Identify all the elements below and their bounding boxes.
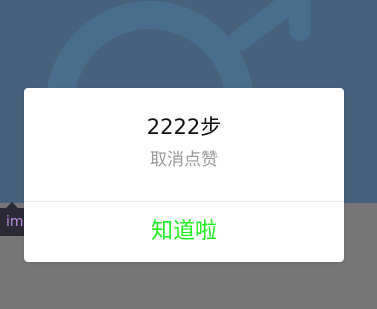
confirm-button[interactable]: 知道啦 bbox=[24, 202, 344, 262]
dialog-body: 2222步 取消点赞 bbox=[24, 88, 344, 202]
alert-dialog: 2222步 取消点赞 知道啦 bbox=[24, 88, 344, 262]
dialog-title: 2222步 bbox=[146, 115, 222, 139]
screen: ima 2222步 取消点赞 知道啦 bbox=[0, 0, 377, 309]
dialog-subtitle: 取消点赞 bbox=[150, 150, 218, 170]
